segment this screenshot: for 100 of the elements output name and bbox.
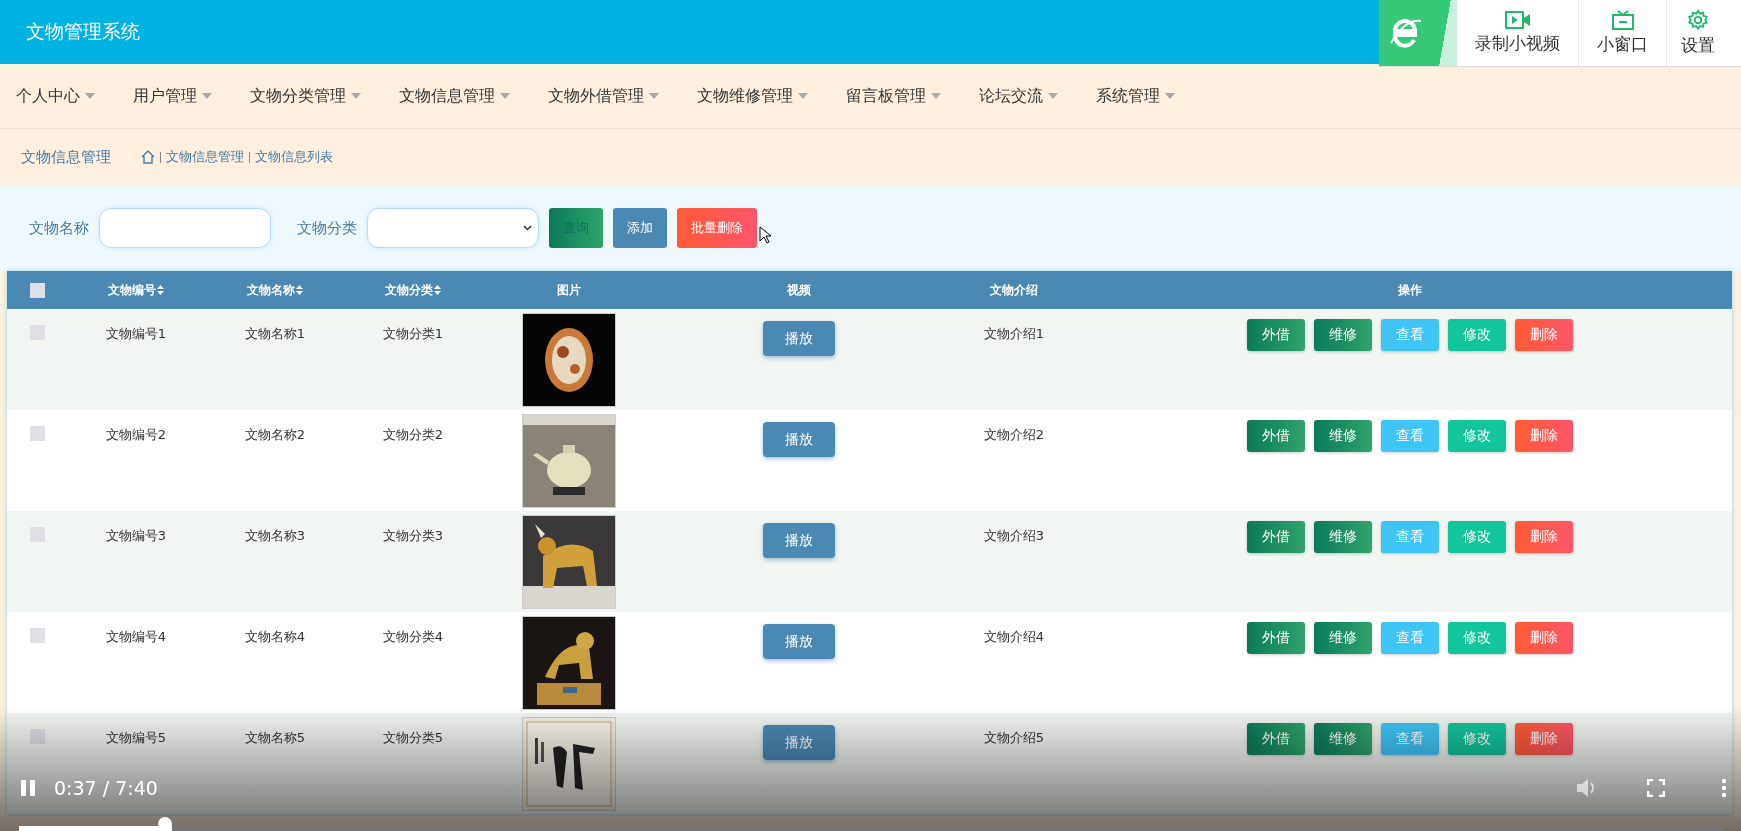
view-button[interactable]: 查看 (1381, 521, 1439, 553)
lend-button[interactable]: 外借 (1247, 622, 1305, 654)
play-video-button[interactable]: 播放 (762, 523, 835, 558)
caret-icon (202, 93, 212, 99)
caret-icon (351, 93, 361, 99)
table-cell: 文物分类3 (382, 527, 444, 545)
table-cell: 文物编号2 (105, 426, 167, 444)
caret-icon (649, 93, 659, 99)
table-cell: 文物编号5 (105, 729, 167, 747)
app-title: 文物管理系统 (26, 19, 140, 44)
nav-menu-item[interactable]: 文物外借管理 (548, 85, 659, 107)
repair-button[interactable]: 维修 (1314, 420, 1372, 452)
edit-button[interactable]: 修改 (1448, 521, 1506, 553)
nav-menu-item[interactable]: 系统管理 (1096, 85, 1175, 107)
fullscreen-icon[interactable] (1647, 779, 1665, 797)
delete-button[interactable]: 删除 (1515, 622, 1573, 654)
name-input[interactable] (99, 208, 271, 248)
lend-button[interactable]: 外借 (1247, 319, 1305, 351)
repair-button[interactable]: 维修 (1314, 622, 1372, 654)
table-cell: 文物名称4 (244, 628, 306, 646)
column-header: 图片 (556, 281, 582, 299)
category-select[interactable] (367, 208, 539, 248)
sort-icon (157, 285, 164, 295)
cursor-icon (759, 226, 771, 244)
delete-button[interactable]: 批量删除 (677, 208, 757, 248)
column-header: 视频 (785, 281, 812, 299)
recorder-toolbar-button[interactable]: 录制小视频 (1457, 0, 1579, 66)
table-cell: 文物分类2 (382, 426, 444, 444)
caret-icon (798, 93, 808, 99)
select-all-checkbox[interactable] (29, 282, 45, 298)
table-cell: 文物编号1 (105, 325, 167, 343)
home-icon[interactable] (141, 150, 155, 164)
column-header[interactable]: 文物名称 (205, 281, 345, 299)
column-header: 文物介绍 (989, 281, 1039, 299)
view-button[interactable]: 查看 (1381, 420, 1439, 452)
table-cell: 文物名称3 (244, 527, 306, 545)
row-checkbox[interactable] (29, 628, 45, 643)
view-button[interactable]: 查看 (1381, 723, 1439, 755)
play-video-button[interactable]: 播放 (762, 624, 835, 659)
table-cell: 文物分类4 (382, 628, 444, 646)
edit-button[interactable]: 修改 (1448, 622, 1506, 654)
play-video-button[interactable]: 播放 (762, 725, 835, 760)
add-button[interactable]: 添加 (613, 208, 667, 248)
caret-icon (500, 93, 510, 99)
breadcrumb-item: 文物信息列表 (255, 148, 333, 166)
nav-menu-item[interactable]: 论坛交流 (979, 85, 1058, 107)
caret-icon (931, 93, 941, 99)
repair-button[interactable]: 维修 (1314, 319, 1372, 351)
table-cell: 文物分类1 (382, 325, 444, 343)
video-camera-icon (1504, 11, 1531, 29)
column-header: 操作 (1397, 281, 1423, 299)
nav-menu-item[interactable]: 个人中心 (16, 85, 95, 107)
edit-button[interactable]: 修改 (1448, 319, 1506, 351)
field-label: 文物名称 (29, 218, 89, 238)
field-label: 文物分类 (297, 218, 357, 238)
table-cell: 文物介绍4 (983, 628, 1045, 646)
lend-button[interactable]: 外借 (1247, 521, 1305, 553)
column-header[interactable]: 文物编号 (67, 281, 205, 299)
nav-menu-item[interactable]: 文物维修管理 (697, 85, 808, 107)
recorder-toolbar-button[interactable]: 设置 (1667, 0, 1721, 66)
row-checkbox[interactable] (29, 426, 45, 441)
lend-button[interactable]: 外借 (1247, 723, 1305, 755)
tv-icon (1611, 10, 1634, 30)
sort-icon (434, 285, 441, 295)
edit-button[interactable]: 修改 (1448, 420, 1506, 452)
table-cell: 文物介绍2 (983, 426, 1045, 444)
recorder-toolbar-button[interactable]: 小窗口 (1579, 0, 1667, 66)
row-checkbox[interactable] (29, 729, 45, 744)
repair-button[interactable]: 维修 (1314, 723, 1372, 755)
play-video-button[interactable]: 播放 (762, 321, 835, 356)
delete-button[interactable]: 删除 (1515, 723, 1573, 755)
table-cell: 文物介绍3 (983, 527, 1045, 545)
table-cell: 文物分类5 (382, 729, 444, 747)
table-cell: 文物介绍5 (983, 729, 1045, 747)
view-button[interactable]: 查看 (1381, 622, 1439, 654)
more-options-icon[interactable] (1721, 778, 1727, 798)
table-cell: 文物名称2 (244, 426, 306, 444)
delete-button[interactable]: 删除 (1515, 319, 1573, 351)
table-cell: 文物名称5 (244, 729, 306, 747)
edit-button[interactable]: 修改 (1448, 723, 1506, 755)
repair-button[interactable]: 维修 (1314, 521, 1372, 553)
sort-icon (296, 285, 303, 295)
play-video-button[interactable]: 播放 (762, 422, 835, 457)
chevron-icon (523, 225, 532, 231)
delete-button[interactable]: 删除 (1515, 420, 1573, 452)
table-cell: 文物介绍1 (983, 325, 1045, 343)
table-cell: 文物名称1 (244, 325, 306, 343)
nav-menu-item[interactable]: 用户管理 (133, 85, 212, 107)
pause-icon[interactable] (20, 779, 36, 797)
nav-menu-item[interactable]: 文物分类管理 (250, 85, 361, 107)
video-time: 0:37 / 7:40 (54, 777, 158, 799)
nav-menu-item[interactable]: 文物信息管理 (399, 85, 510, 107)
view-button[interactable]: 查看 (1381, 319, 1439, 351)
table-cell: 文物编号3 (105, 527, 167, 545)
nav-menu-item[interactable]: 留言板管理 (846, 85, 941, 107)
lend-button[interactable]: 外借 (1247, 420, 1305, 452)
caret-icon (1165, 93, 1175, 99)
breadcrumb-item[interactable]: 文物信息管理 (166, 148, 244, 166)
column-header[interactable]: 文物分类 (345, 281, 481, 299)
delete-button[interactable]: 删除 (1515, 521, 1573, 553)
